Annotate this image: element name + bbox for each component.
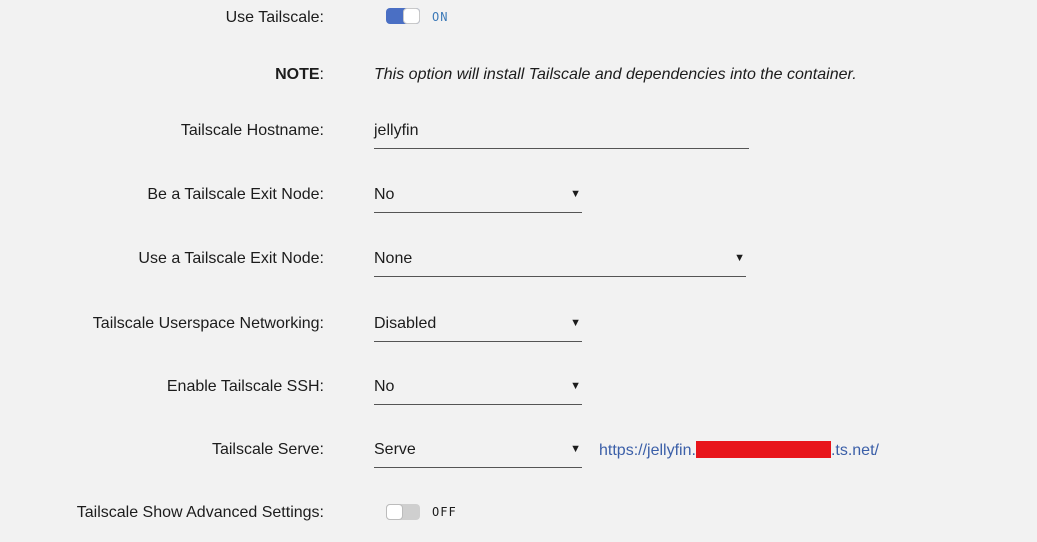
chevron-down-icon: ▼ — [570, 188, 581, 200]
ssh-row: Enable Tailscale SSH: No ▼ — [0, 376, 1037, 416]
serve-url-prefix: https://jellyfin. — [599, 442, 696, 459]
serve-select[interactable]: Serve ▼ — [374, 439, 582, 468]
redaction-block — [695, 441, 831, 458]
ssh-select[interactable]: No ▼ — [374, 376, 582, 405]
advanced-toggle[interactable] — [386, 504, 420, 520]
chevron-down-icon: ▼ — [570, 380, 581, 392]
advanced-state: OFF — [432, 505, 457, 519]
serve-url-link[interactable]: https://jellyfin. .ts.net/ — [599, 441, 879, 460]
note-label: NOTE: — [275, 66, 324, 84]
hostname-value: jellyfin — [374, 122, 419, 139]
exit-node-be-value: No — [374, 186, 395, 203]
userspace-select[interactable]: Disabled ▼ — [374, 313, 582, 342]
ssh-value: No — [374, 378, 395, 395]
use-tailscale-state: ON — [432, 10, 449, 24]
advanced-label: Tailscale Show Advanced Settings: — [76, 504, 324, 521]
use-tailscale-row: Use Tailscale: ON — [0, 6, 1037, 46]
toggle-knob — [403, 8, 420, 24]
userspace-row: Tailscale Userspace Networking: Disabled… — [0, 313, 1037, 353]
exit-node-be-label: Be a Tailscale Exit Node: — [147, 186, 324, 203]
use-tailscale-toggle[interactable] — [386, 8, 420, 24]
serve-label: Tailscale Serve: — [211, 441, 324, 458]
hostname-row: Tailscale Hostname: jellyfin — [0, 120, 1037, 160]
toggle-knob — [386, 504, 403, 520]
hostname-input[interactable]: jellyfin — [374, 120, 749, 149]
note-label-bold: NOTE — [275, 66, 320, 83]
serve-value: Serve — [374, 441, 416, 458]
exit-node-use-select[interactable]: None ▼ — [374, 248, 746, 277]
use-tailscale-label: Use Tailscale: — [225, 9, 324, 26]
exit-node-be-select[interactable]: No ▼ — [374, 184, 582, 213]
note-row: NOTE: This option will install Tailscale… — [0, 64, 1037, 104]
exit-node-use-row: Use a Tailscale Exit Node: None ▼ — [0, 248, 1037, 288]
userspace-label: Tailscale Userspace Networking: — [92, 315, 324, 332]
advanced-row: Tailscale Show Advanced Settings: OFF — [0, 502, 1037, 542]
userspace-value: Disabled — [374, 315, 437, 332]
chevron-down-icon: ▼ — [570, 317, 581, 329]
serve-row: Tailscale Serve: Serve ▼ https://jellyfi… — [0, 439, 1037, 479]
chevron-down-icon: ▼ — [570, 443, 581, 455]
ssh-label: Enable Tailscale SSH: — [166, 378, 324, 395]
exit-node-be-row: Be a Tailscale Exit Node: No ▼ — [0, 184, 1037, 224]
exit-node-use-label: Use a Tailscale Exit Node: — [138, 250, 324, 267]
note-label-colon: : — [319, 66, 324, 83]
chevron-down-icon: ▼ — [734, 252, 745, 264]
note-text: This option will install Tailscale and d… — [374, 66, 857, 83]
exit-node-use-value: None — [374, 250, 413, 267]
hostname-label: Tailscale Hostname: — [180, 122, 324, 139]
serve-url-suffix: .ts.net/ — [830, 442, 879, 459]
